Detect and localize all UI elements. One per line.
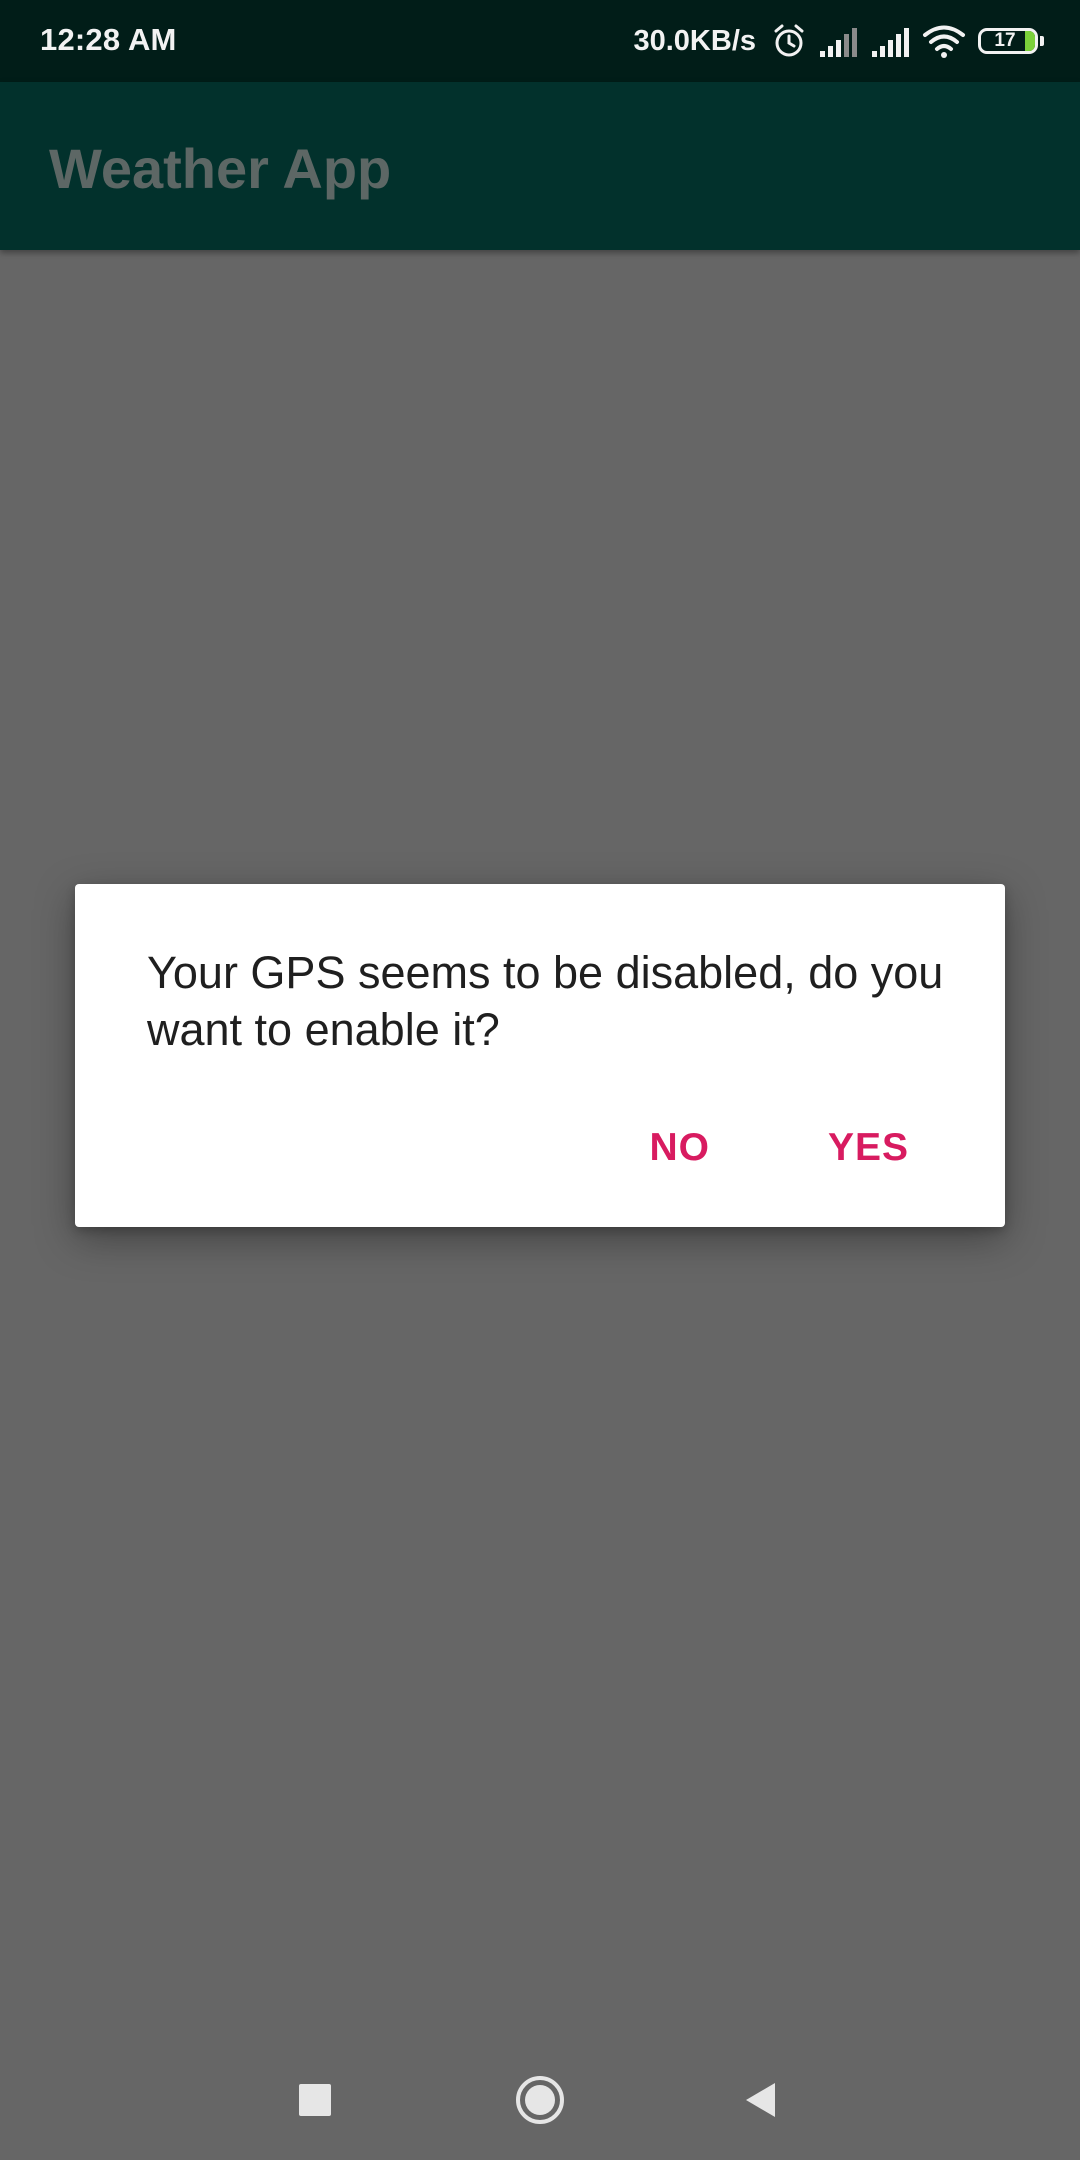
home-icon (516, 2076, 564, 2124)
battery-icon: 17 (978, 28, 1038, 54)
status-time: 12:28 AM (40, 22, 177, 57)
status-bar: 12:28 AM 30.0KB/s 17 (0, 0, 1080, 82)
wifi-icon (923, 25, 965, 58)
alarm-icon (774, 24, 804, 57)
recent-apps-button[interactable] (285, 2070, 345, 2130)
dialog-message: Your GPS seems to be disabled, do you wa… (147, 947, 944, 1055)
recent-apps-icon (299, 2084, 331, 2116)
battery-level: 17 (994, 30, 1016, 51)
home-button[interactable] (510, 2070, 570, 2130)
battery-fill (1025, 31, 1035, 51)
status-icons: 30.0KB/s 17 (633, 18, 1044, 64)
navigation-bar (0, 2030, 1080, 2160)
battery-tip (1040, 36, 1044, 46)
yes-button[interactable]: YES (804, 1120, 933, 1176)
back-button[interactable] (730, 2070, 790, 2130)
network-speed: 30.0KB/s (633, 24, 756, 57)
no-button[interactable]: NO (625, 1120, 734, 1176)
signal-icon-1 (820, 28, 857, 57)
dialog-actions: NO YES (625, 1120, 933, 1176)
app-title: Weather App (49, 137, 392, 200)
gps-dialog: Your GPS seems to be disabled, do you wa… (75, 884, 1005, 1227)
signal-icon-2 (872, 28, 909, 57)
app-bar: Weather App (0, 82, 1080, 250)
back-icon (746, 2083, 775, 2117)
